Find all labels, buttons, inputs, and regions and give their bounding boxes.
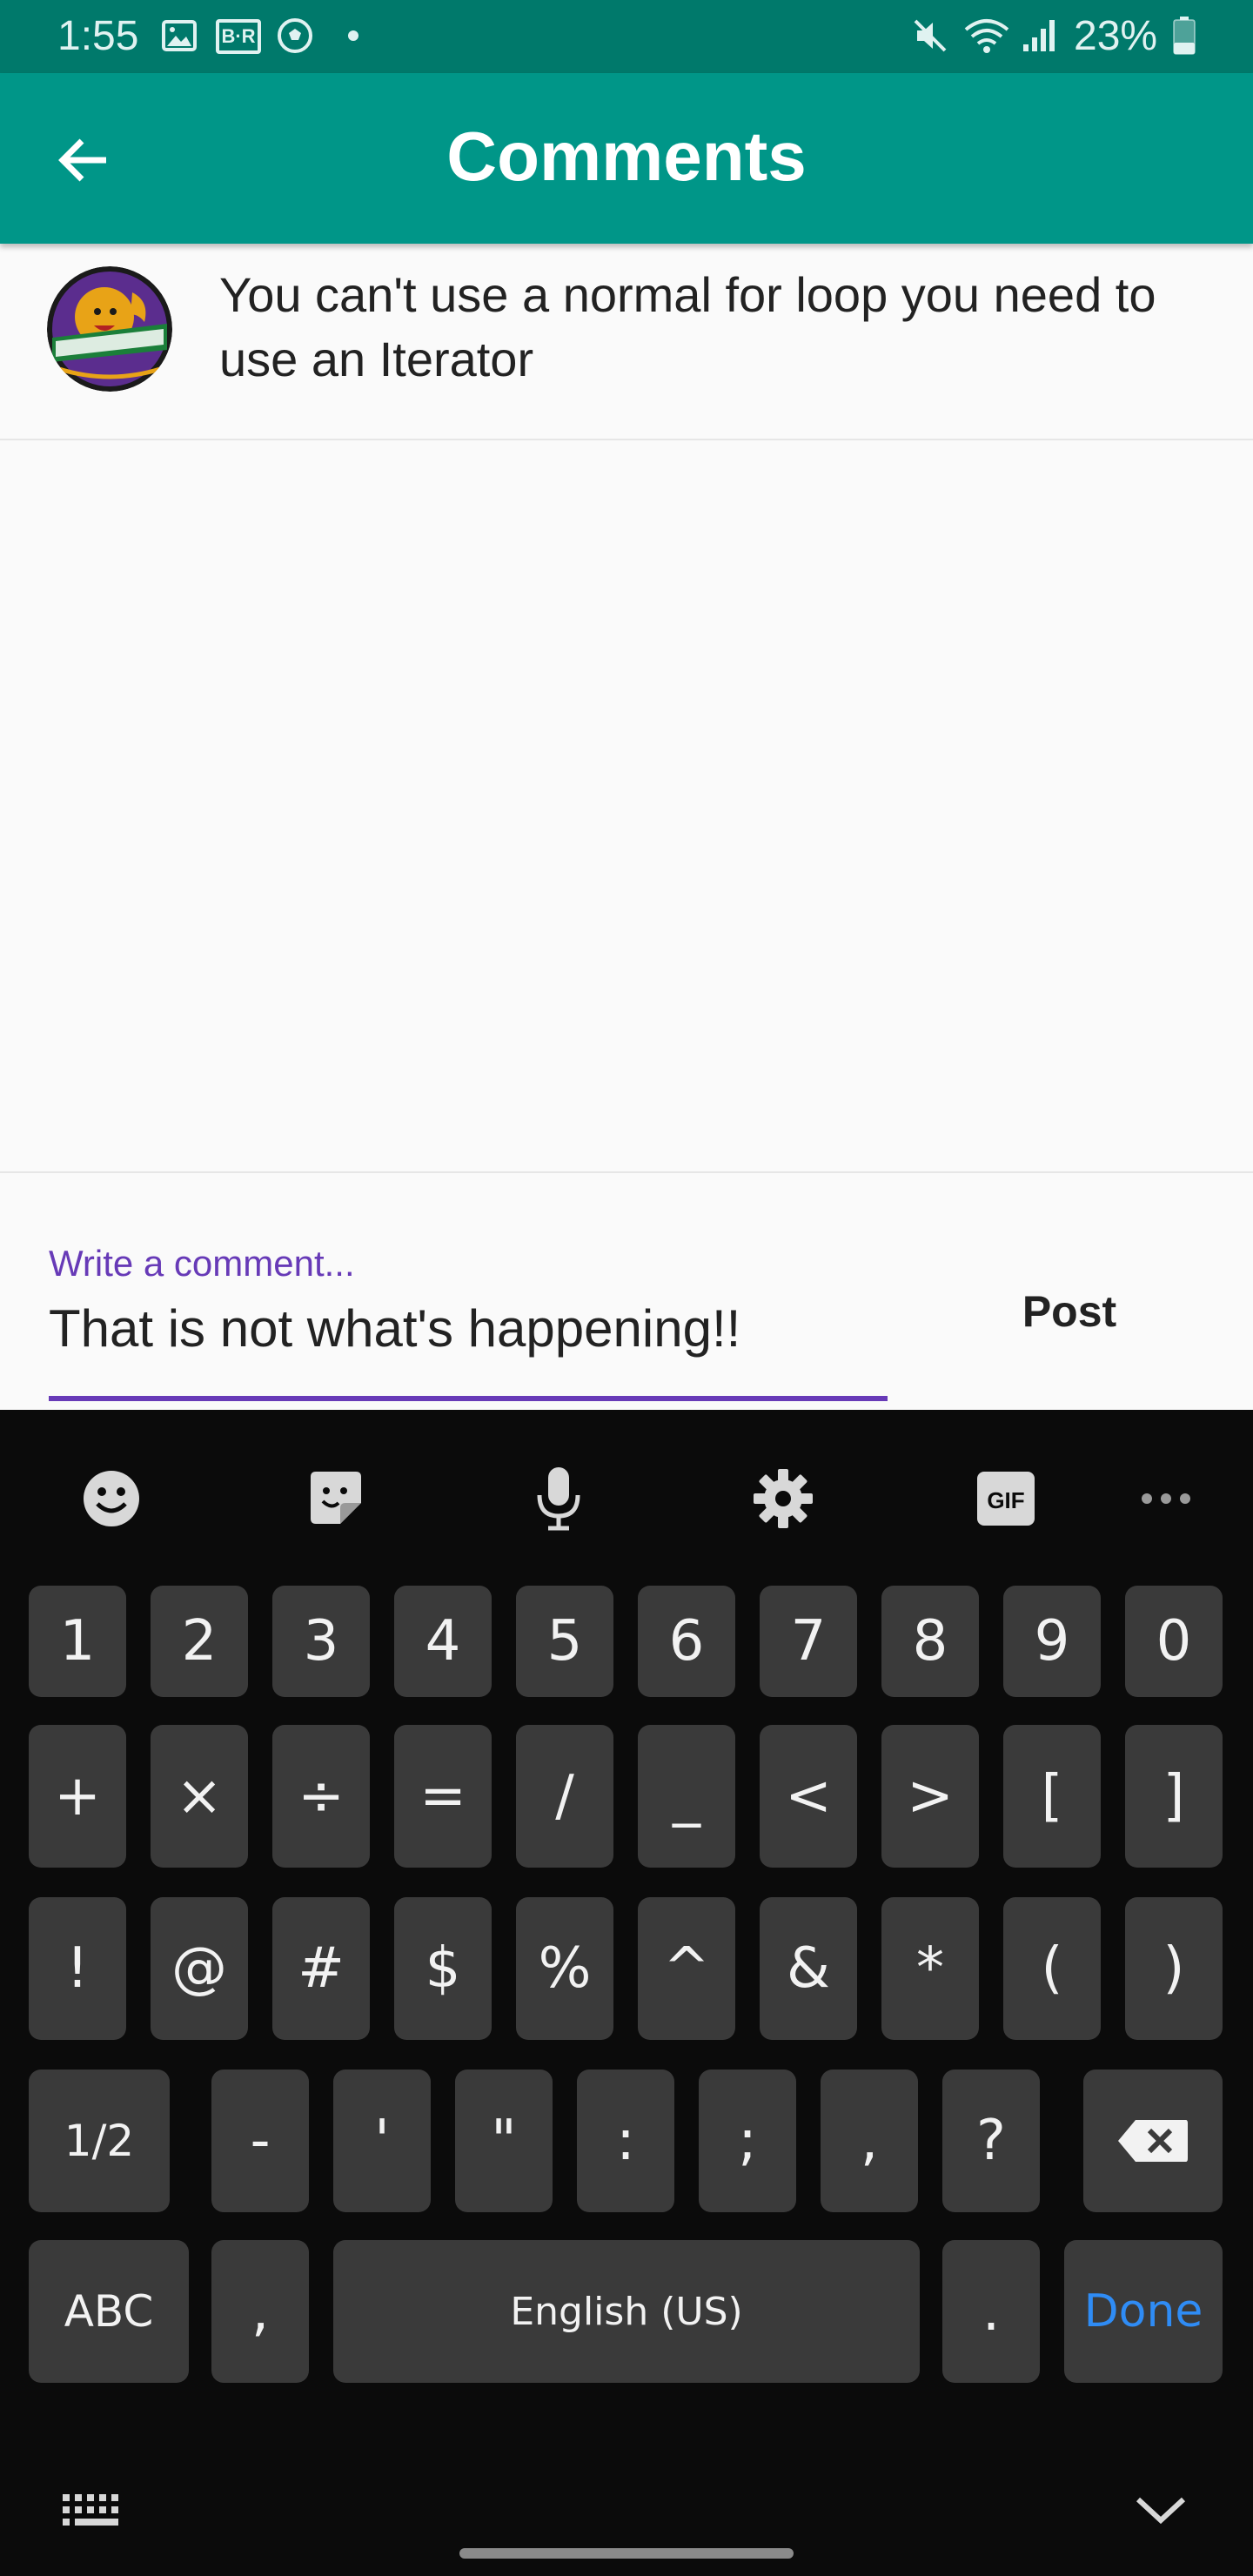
key-caret[interactable]: ^ bbox=[638, 1897, 735, 2040]
battery-percentage: 23% bbox=[1074, 13, 1158, 59]
app-bar: Comments bbox=[0, 73, 1253, 244]
backspace-icon bbox=[1118, 2120, 1188, 2162]
key-exclamation[interactable]: ! bbox=[29, 1897, 126, 2040]
key-4[interactable]: 4 bbox=[394, 1586, 492, 1697]
key-equals[interactable]: = bbox=[394, 1725, 492, 1868]
gallery-icon bbox=[160, 16, 198, 56]
key-quote[interactable]: " bbox=[455, 2070, 553, 2212]
key-2[interactable]: 2 bbox=[151, 1586, 248, 1697]
br-icon: B·R bbox=[216, 19, 261, 54]
home-indicator[interactable] bbox=[459, 2548, 794, 2559]
key-8[interactable]: 8 bbox=[881, 1586, 979, 1697]
key-apostrophe[interactable]: ' bbox=[333, 2070, 431, 2212]
microphone-icon[interactable] bbox=[515, 1455, 602, 1542]
southeastern-lions-logo bbox=[47, 266, 172, 392]
key-close-bracket[interactable]: ] bbox=[1125, 1725, 1223, 1868]
emoji-icon[interactable] bbox=[68, 1455, 155, 1542]
key-abc[interactable]: ABC bbox=[29, 2240, 189, 2383]
key-open-bracket[interactable]: [ bbox=[1003, 1725, 1101, 1868]
key-greater-than[interactable]: > bbox=[881, 1725, 979, 1868]
key-7[interactable]: 7 bbox=[760, 1586, 857, 1697]
key-5[interactable]: 5 bbox=[516, 1586, 613, 1697]
key-open-paren[interactable]: ( bbox=[1003, 1897, 1101, 2040]
key-divide[interactable]: ÷ bbox=[272, 1725, 370, 1868]
backspace-key[interactable] bbox=[1083, 2070, 1223, 2212]
key-plus[interactable]: + bbox=[29, 1725, 126, 1868]
status-time: 1:55 bbox=[57, 13, 139, 59]
comment-input-label: Write a comment... bbox=[49, 1243, 355, 1284]
battery-icon bbox=[1171, 16, 1197, 56]
key-at[interactable]: @ bbox=[151, 1897, 248, 2040]
key-multiply[interactable]: × bbox=[151, 1725, 248, 1868]
wifi-icon bbox=[961, 16, 1013, 56]
comment-text: You can't use a normal for loop you need… bbox=[219, 267, 1156, 386]
key-1[interactable]: 1 bbox=[29, 1586, 126, 1697]
avatar bbox=[47, 266, 172, 392]
gif-icon[interactable]: GIF bbox=[962, 1455, 1049, 1542]
key-less-than[interactable]: < bbox=[760, 1725, 857, 1868]
more-icon[interactable] bbox=[1122, 1455, 1209, 1542]
signal-icon bbox=[1020, 16, 1060, 56]
key-slash[interactable]: / bbox=[516, 1725, 613, 1868]
dot-icon bbox=[346, 16, 360, 56]
keyboard-icon[interactable] bbox=[54, 2484, 132, 2536]
key-6[interactable]: 6 bbox=[638, 1586, 735, 1697]
input-underline bbox=[49, 1396, 888, 1401]
settings-icon[interactable] bbox=[740, 1455, 827, 1542]
key-asterisk[interactable]: * bbox=[881, 1897, 979, 2040]
key-0[interactable]: 0 bbox=[1125, 1586, 1223, 1697]
mute-icon bbox=[910, 16, 950, 56]
key-semicolon[interactable]: ; bbox=[699, 2070, 796, 2212]
soccer-ball-icon bbox=[275, 16, 315, 56]
key-9[interactable]: 9 bbox=[1003, 1586, 1101, 1697]
key-colon[interactable]: : bbox=[577, 2070, 674, 2212]
key-dash[interactable]: - bbox=[211, 2070, 309, 2212]
page-title: Comments bbox=[446, 117, 807, 195]
key-3[interactable]: 3 bbox=[272, 1586, 370, 1697]
keyboard: GIF 1 2 3 4 5 6 7 8 9 0 + × ÷ = / _ < > … bbox=[0, 1410, 1253, 2576]
key-ampersand[interactable]: & bbox=[760, 1897, 857, 2040]
gif-label: GIF bbox=[987, 1487, 1024, 1513]
comment-composer: Write a comment... That is not what's ha… bbox=[0, 1173, 1253, 1410]
key-percent[interactable]: % bbox=[516, 1897, 613, 2040]
key-period[interactable]: . bbox=[942, 2240, 1040, 2383]
status-bar: 1:55 B·R 23% bbox=[0, 0, 1253, 73]
key-page-toggle[interactable]: 1/2 bbox=[29, 2070, 170, 2212]
key-dollar[interactable]: $ bbox=[394, 1897, 492, 2040]
done-key[interactable]: Done bbox=[1064, 2240, 1223, 2383]
chevron-down-icon[interactable] bbox=[1126, 2484, 1196, 2536]
key-close-paren[interactable]: ) bbox=[1125, 1897, 1223, 2040]
key-comma-bottom[interactable]: , bbox=[211, 2240, 309, 2383]
post-button[interactable]: Post bbox=[995, 1272, 1143, 1351]
key-underscore[interactable]: _ bbox=[638, 1725, 735, 1868]
sticker-icon[interactable] bbox=[292, 1455, 379, 1542]
list-item: You can't use a normal for loop you need… bbox=[0, 244, 1253, 440]
key-question[interactable]: ? bbox=[942, 2070, 1040, 2212]
space-bar[interactable]: English (US) bbox=[333, 2240, 920, 2383]
key-hash[interactable]: # bbox=[272, 1897, 370, 2040]
key-comma[interactable]: , bbox=[821, 2070, 918, 2212]
comment-input[interactable]: That is not what's happening!! bbox=[49, 1298, 740, 1358]
